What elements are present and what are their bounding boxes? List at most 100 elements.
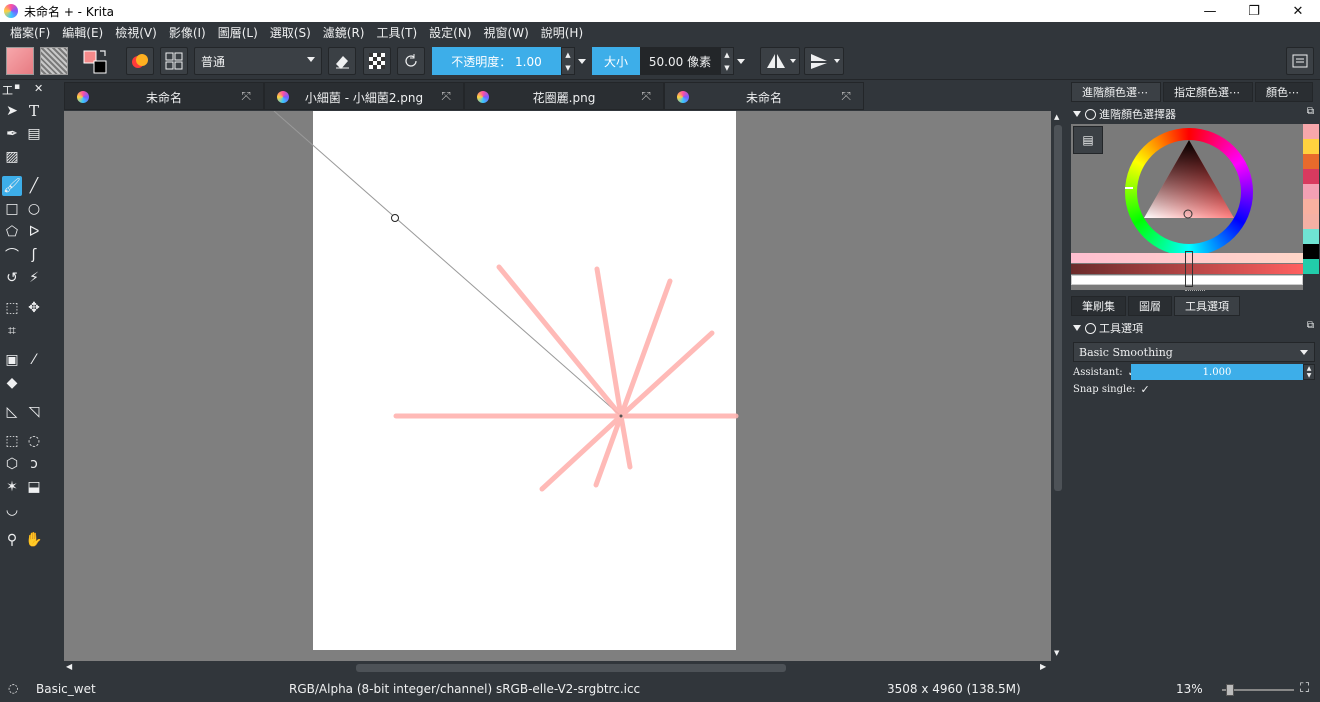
tab-document-4-active[interactable]: 未命名 ⤧ [664,82,864,110]
rect-select-tool[interactable]: ⬚ [2,431,22,451]
history-swatch[interactable] [1303,214,1319,229]
saturation-value-triangle[interactable] [1125,128,1253,256]
opacity-slider[interactable]: 不透明度： 1.00 [432,47,561,75]
gradient-tool[interactable]: ▣ [2,350,22,370]
tab-document-3[interactable]: 花圈麗.png ⤧ [464,82,664,110]
pan-tool[interactable]: ✋ [24,530,44,550]
calligraphy-tool[interactable]: ▤ [24,124,44,144]
history-swatch[interactable] [1303,154,1319,169]
line-tool[interactable]: ╱ [24,176,44,196]
polygon-select-tool[interactable]: ⬡ [2,454,22,474]
fg-bg-color-selector[interactable] [82,47,112,75]
menu-file[interactable]: 檔案(F) [4,24,56,41]
lock-icon[interactable] [1085,108,1096,120]
menu-select[interactable]: 選取(S) [264,24,317,41]
ellipse-tool[interactable]: ○ [24,199,44,219]
scroll-up-icon[interactable]: ▲ [1054,113,1059,121]
text-tool[interactable]: T [24,101,44,121]
docker-menu-button[interactable] [1286,47,1314,75]
pin-icon[interactable]: ⤧ [841,89,851,104]
assistant-spin[interactable]: ▲ ▼ [1303,364,1315,380]
menu-filter[interactable]: 濾鏡(R) [317,24,371,41]
history-swatch[interactable] [1303,184,1319,199]
collapse-icon[interactable] [1073,325,1081,331]
reload-preset-button[interactable] [397,47,425,75]
minimize-button[interactable]: — [1188,0,1232,22]
history-swatch[interactable] [1303,244,1319,259]
brush-presets-button[interactable] [126,47,154,75]
scroll-left-icon[interactable]: ◀ [66,662,72,671]
tab-specific-color-selector[interactable]: 指定顏色選⋯ [1163,82,1253,102]
toolbox-close-button[interactable]: ✕ [34,82,43,95]
crop-tool[interactable]: ⌗ [2,321,22,341]
tab-advanced-color-selector[interactable]: 進階顏色選⋯ [1071,82,1161,102]
size-dropdown[interactable] [737,47,745,75]
ellipse-select-tool[interactable]: ◌ [24,431,44,451]
mirror-horizontal-button[interactable] [760,47,800,75]
transform-tool[interactable]: ⬚ [2,298,22,318]
history-swatch[interactable] [1303,124,1319,139]
menu-view[interactable]: 檢視(V) [109,24,163,41]
tab-document-2[interactable]: 小細菌 - 小細菌2.png ⤧ [264,82,464,110]
bezier-select-tool[interactable]: ◡ [2,500,22,520]
blend-mode-select[interactable]: 普通 [194,47,322,75]
float-docker-icon[interactable]: ⧉ [1307,106,1314,117]
mirror-vertical-button[interactable] [804,47,844,75]
measure-tool[interactable]: ◹ [24,402,44,422]
tab-color[interactable]: 顏色⋯ [1255,82,1313,102]
splitter-grip[interactable] [1185,290,1205,293]
scroll-down-icon[interactable]: ▼ [1054,649,1059,657]
rectangle-tool[interactable]: □ [2,199,22,219]
pin-icon[interactable]: ⤧ [241,89,251,104]
vertical-scrollbar[interactable]: ▲ ▼ [1051,111,1065,661]
menu-settings[interactable]: 設定(N) [423,24,477,41]
bezier-tool[interactable]: ⌒ [2,245,22,265]
polyline-tool[interactable]: ᐅ [24,222,44,242]
pin-icon[interactable]: ⤧ [441,89,451,104]
color-picker-tool[interactable]: ⁄ [24,350,44,370]
horizontal-scroll-thumb[interactable] [356,664,786,672]
edit-shapes-tool[interactable]: ✒ [2,124,22,144]
zoom-slider-handle[interactable] [1226,684,1234,696]
assistant-handle[interactable] [391,214,399,222]
tab-tool-options[interactable]: 工具選項 [1174,296,1240,316]
menu-help[interactable]: 說明(H) [535,24,589,41]
tab-document-1[interactable]: 未命名 ⤧ [64,82,264,110]
opacity-dropdown[interactable] [578,47,586,75]
restore-button[interactable]: ❐ [1232,0,1276,22]
color-sliders[interactable] [1071,251,1303,287]
pattern-preset-button[interactable] [40,47,68,75]
menu-edit[interactable]: 編輯(E) [56,24,109,41]
fill-tool[interactable]: ◆ [2,373,22,393]
menu-tools[interactable]: 工具(T) [370,24,423,41]
opacity-spin[interactable]: ▲ ▼ [561,47,575,75]
fit-to-view-icon[interactable]: ⛶ [1300,681,1309,696]
assistant-magnetism-slider[interactable]: 1.000 [1131,364,1303,380]
menu-layer[interactable]: 圖層(L) [212,24,264,41]
lock-icon[interactable] [1085,322,1096,334]
polygon-tool[interactable]: ⬠ [2,222,22,242]
scroll-right-icon[interactable]: ▶ [1040,662,1046,671]
move-tool[interactable]: ✥ [24,298,44,318]
close-button[interactable]: ✕ [1276,0,1320,22]
horizontal-scrollbar[interactable]: ◀ ▶ [64,661,1051,675]
vertical-scroll-thumb[interactable] [1054,125,1062,491]
preserve-alpha-button[interactable] [363,47,391,75]
multibrush-tool[interactable]: ⚡ [24,268,44,288]
float-docker-icon[interactable]: ⧉ [1307,320,1314,331]
size-slider[interactable]: 50.00 像素 [640,47,720,75]
contiguous-select-tool[interactable]: ✶ [2,477,22,497]
history-swatch[interactable] [1303,139,1319,154]
select-shape-tool[interactable]: ➤ [2,101,22,121]
freehand-select-tool[interactable]: ↄ [24,454,44,474]
tab-brush-presets[interactable]: 筆刷集 [1071,296,1126,316]
history-swatch[interactable] [1303,259,1319,274]
brush-status-icon[interactable]: ◌ [8,681,18,695]
snap-single-checkbox[interactable]: ✓ [1141,383,1150,396]
menu-image[interactable]: 影像(I) [163,24,212,41]
tab-layers[interactable]: 圖層 [1128,296,1172,316]
assistant-tool[interactable]: ◺ [2,402,22,422]
menu-window[interactable]: 視窗(W) [478,24,535,41]
history-swatch[interactable] [1303,229,1319,244]
slider-handle[interactable] [1185,251,1193,287]
